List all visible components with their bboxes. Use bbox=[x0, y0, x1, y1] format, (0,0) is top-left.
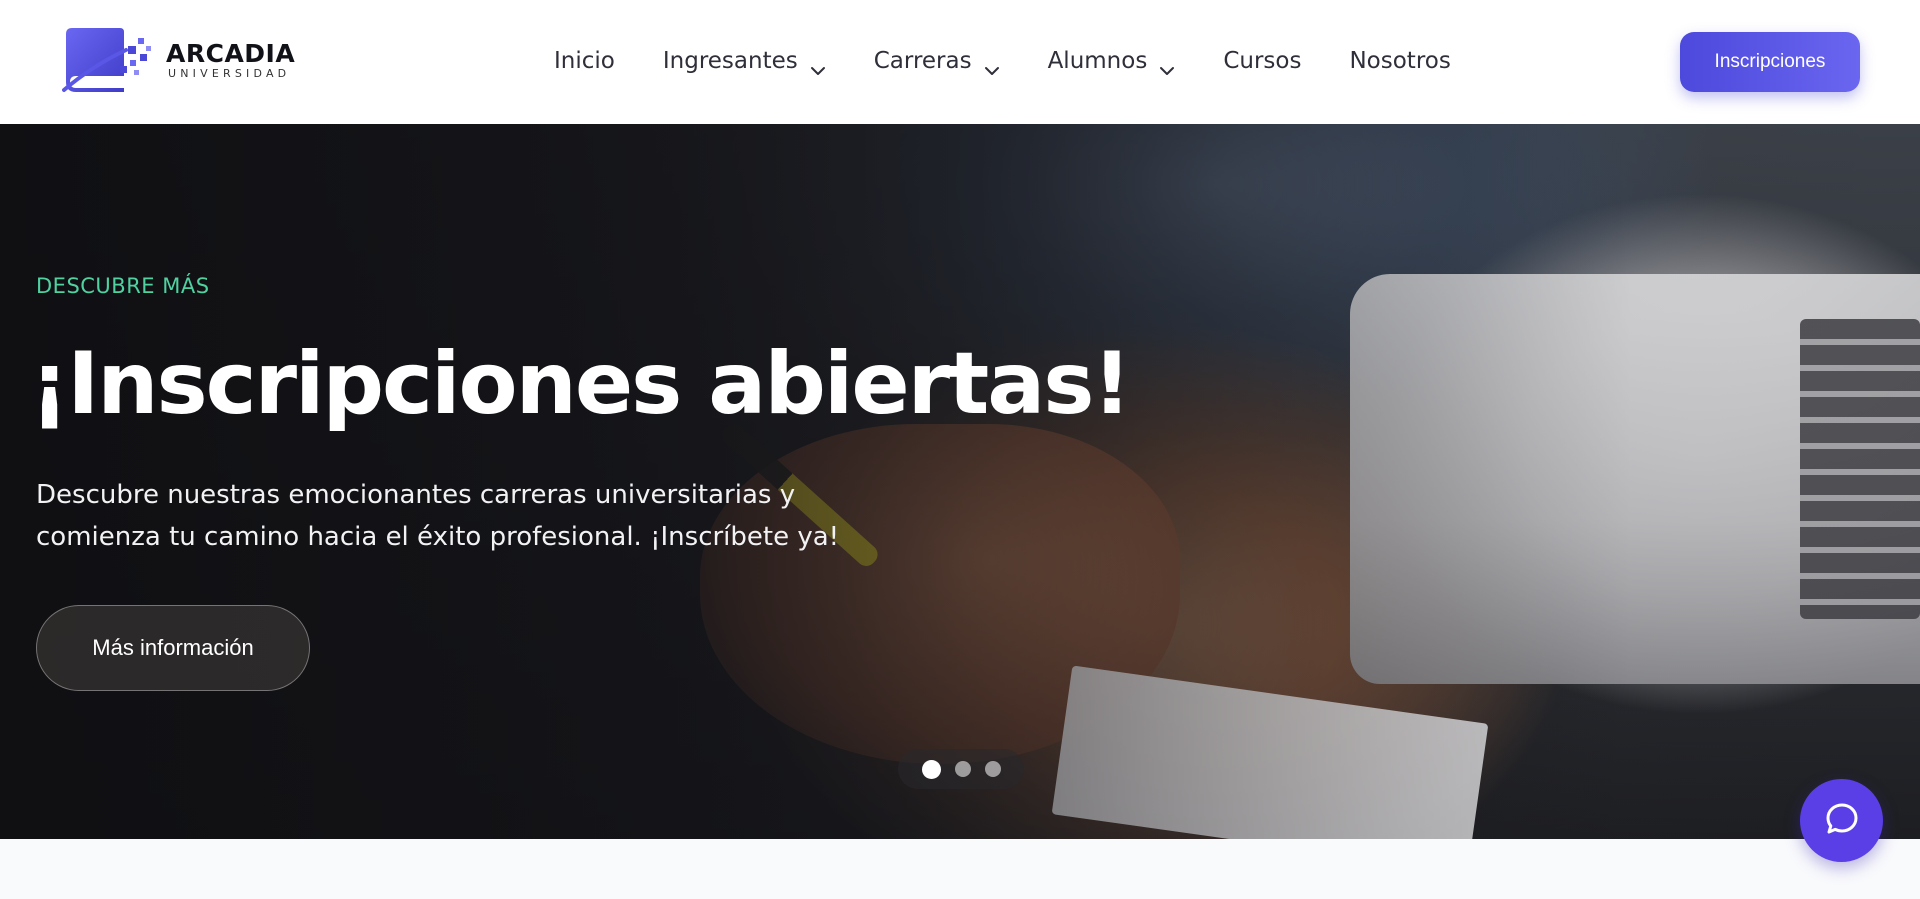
nav-item-nosotros[interactable]: Nosotros bbox=[1349, 40, 1450, 82]
chevron-down-icon bbox=[810, 56, 826, 75]
nav-item-cursos[interactable]: Cursos bbox=[1223, 40, 1301, 82]
nav-item-inicio[interactable]: Inicio bbox=[554, 40, 615, 82]
brand-logo[interactable]: ARCADIA UNIVERSIDAD bbox=[62, 26, 295, 96]
nav-label: Alumnos bbox=[1047, 48, 1148, 74]
main-nav: Inicio Ingresantes Carreras Alumnos Curs… bbox=[554, 40, 1451, 82]
more-info-button[interactable]: Más información bbox=[36, 605, 310, 691]
site-header: ARCADIA UNIVERSIDAD Inicio Ingresantes C… bbox=[0, 0, 1920, 124]
nav-item-carreras[interactable]: Carreras bbox=[874, 40, 1000, 82]
inscripciones-button[interactable]: Inscripciones bbox=[1680, 32, 1860, 92]
hero-title: ¡Inscripciones abiertas! bbox=[30, 334, 1132, 434]
nav-item-alumnos[interactable]: Alumnos bbox=[1048, 40, 1176, 82]
carousel-dot-3[interactable] bbox=[984, 761, 1001, 777]
chat-button[interactable] bbox=[1800, 779, 1883, 862]
hero-banner: DESCUBRE MÁS ¡Inscripciones abiertas! De… bbox=[0, 124, 1920, 839]
chevron-down-icon bbox=[1159, 56, 1175, 75]
carousel-dot-2[interactable] bbox=[954, 761, 971, 777]
nav-label: Inicio bbox=[554, 48, 615, 74]
hero-description: Descubre nuestras emocionantes carreras … bbox=[36, 480, 840, 552]
brand-subtitle: UNIVERSIDAD bbox=[168, 67, 291, 80]
nav-label: Cursos bbox=[1223, 48, 1302, 74]
chevron-down-icon bbox=[984, 56, 1000, 75]
carousel-dot-1[interactable] bbox=[921, 759, 941, 779]
nav-item-ingresantes[interactable]: Ingresantes bbox=[663, 40, 826, 82]
nav-label: Carreras bbox=[873, 48, 972, 74]
hero-eyebrow: DESCUBRE MÁS bbox=[36, 274, 210, 298]
brand-name: ARCADIA bbox=[166, 39, 296, 68]
book-pixel-icon bbox=[62, 26, 154, 96]
nav-label: Ingresantes bbox=[662, 48, 798, 74]
next-section bbox=[0, 839, 1920, 899]
chat-bubble-icon bbox=[1822, 799, 1862, 843]
carousel-indicators bbox=[898, 749, 1024, 789]
nav-label: Nosotros bbox=[1349, 48, 1451, 74]
